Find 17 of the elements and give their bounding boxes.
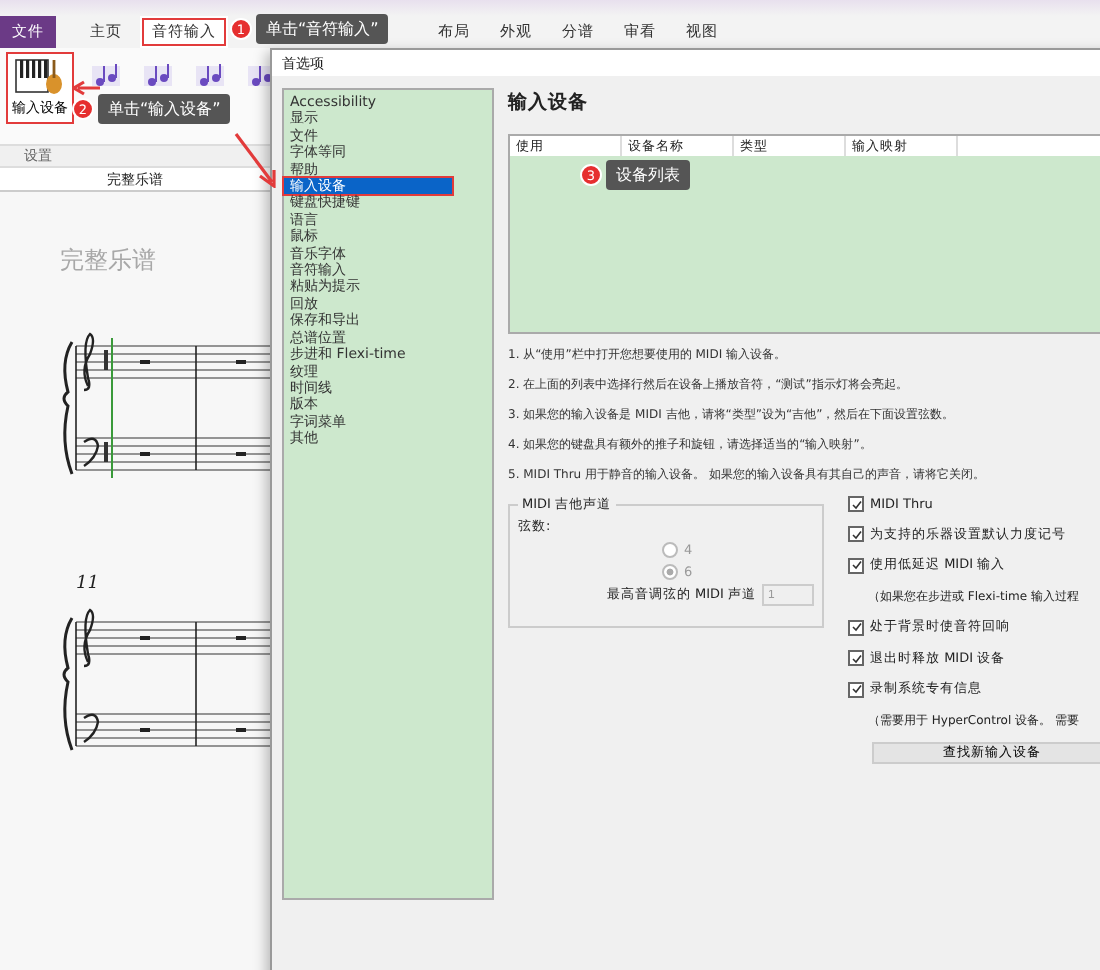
checkbox[interactable] <box>848 619 864 635</box>
arrow-icon <box>234 132 278 188</box>
radio-button[interactable] <box>662 564 678 580</box>
radio-button[interactable] <box>662 542 678 558</box>
score-title: 完整乐谱 <box>60 244 156 278</box>
checkbox[interactable] <box>848 496 864 512</box>
checkbox[interactable] <box>848 526 864 542</box>
callout-tooltip: 单击“输入设备” <box>98 94 231 124</box>
callout-tooltip: 设备列表 <box>606 160 690 190</box>
checkbox[interactable] <box>848 557 864 573</box>
checkbox[interactable] <box>848 650 864 666</box>
checkbox[interactable] <box>848 681 864 697</box>
arrow-icon <box>72 80 100 96</box>
keyboard-guitar-icon <box>14 56 66 96</box>
measure-number: 11 <box>76 574 99 594</box>
section-heading: 输入设备 <box>508 90 590 116</box>
callout-tooltip: 单击“音符输入” <box>256 14 389 44</box>
